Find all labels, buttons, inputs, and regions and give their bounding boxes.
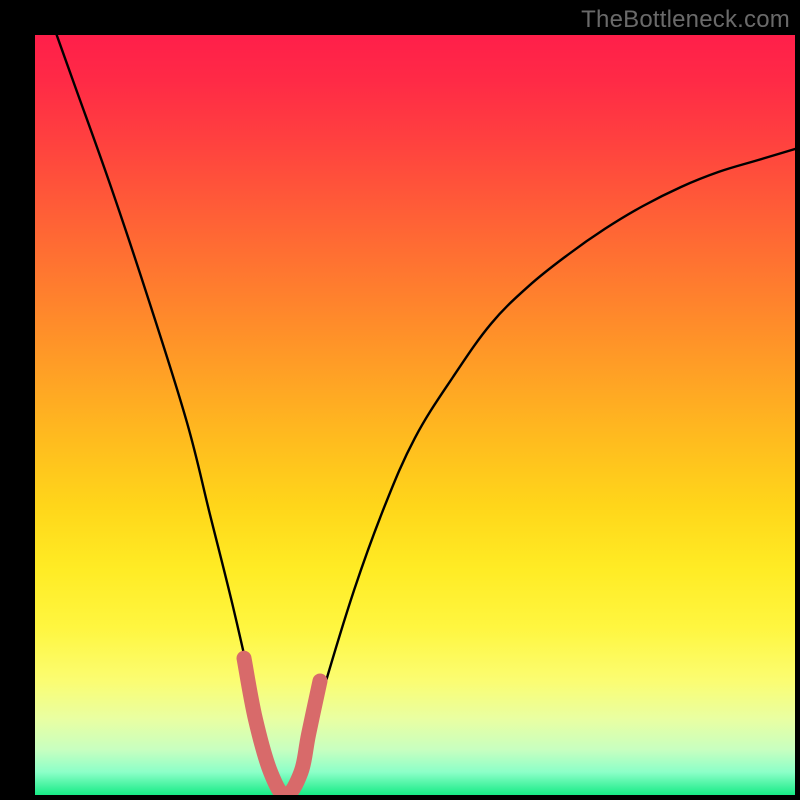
bottleneck-curve	[35, 35, 795, 795]
curve-layer	[35, 35, 795, 795]
plot-area	[35, 35, 795, 795]
watermark-text: TheBottleneck.com	[581, 6, 790, 34]
bottleneck-valley-highlight	[244, 658, 320, 795]
chart-frame: TheBottleneck.com	[0, 0, 800, 800]
